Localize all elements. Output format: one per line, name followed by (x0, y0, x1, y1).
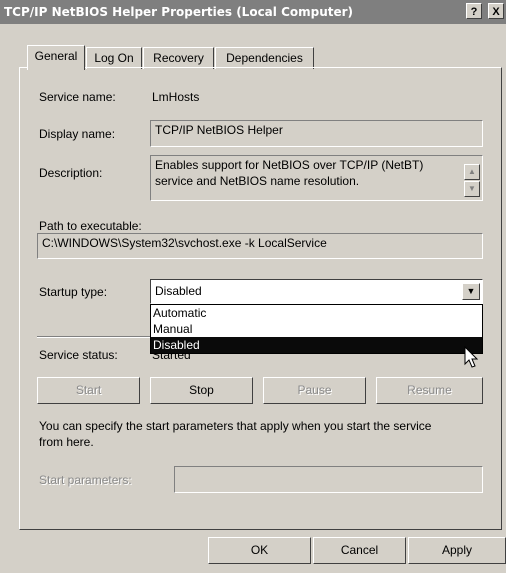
startup-option-automatic[interactable]: Automatic (151, 305, 482, 321)
startup-option-manual[interactable]: Manual (151, 321, 482, 337)
tab-general-label: General (34, 49, 78, 63)
mouse-pointer-icon (464, 346, 479, 368)
tab-log-on-label: Log On (94, 51, 134, 65)
ok-button-label: OK (250, 543, 269, 557)
close-button[interactable]: X (488, 3, 504, 19)
cancel-button[interactable]: Cancel (313, 537, 406, 564)
apply-button[interactable]: Apply (408, 537, 506, 564)
tab-dependencies[interactable]: Dependencies (215, 47, 314, 69)
help-icon: ? (470, 6, 478, 18)
window-title: TCP/IP NetBIOS Helper Properties (Local … (4, 5, 354, 19)
tab-dependencies-label: Dependencies (226, 51, 303, 65)
general-tab-panel (19, 67, 502, 530)
tab-recovery[interactable]: Recovery (143, 47, 214, 69)
tab-log-on[interactable]: Log On (86, 47, 142, 69)
cancel-button-label: Cancel (340, 543, 379, 557)
startup-option-disabled[interactable]: Disabled (151, 337, 482, 353)
apply-button-label: Apply (441, 543, 473, 557)
help-button[interactable]: ? (466, 3, 482, 19)
window-titlebar[interactable]: TCP/IP NetBIOS Helper Properties (Local … (0, 0, 506, 24)
close-icon: X (492, 6, 500, 18)
startup-type-options[interactable]: Automatic Manual Disabled (150, 304, 483, 354)
tab-recovery-label: Recovery (153, 51, 204, 65)
tab-general[interactable]: General (27, 45, 85, 70)
ok-button[interactable]: OK (208, 537, 311, 564)
